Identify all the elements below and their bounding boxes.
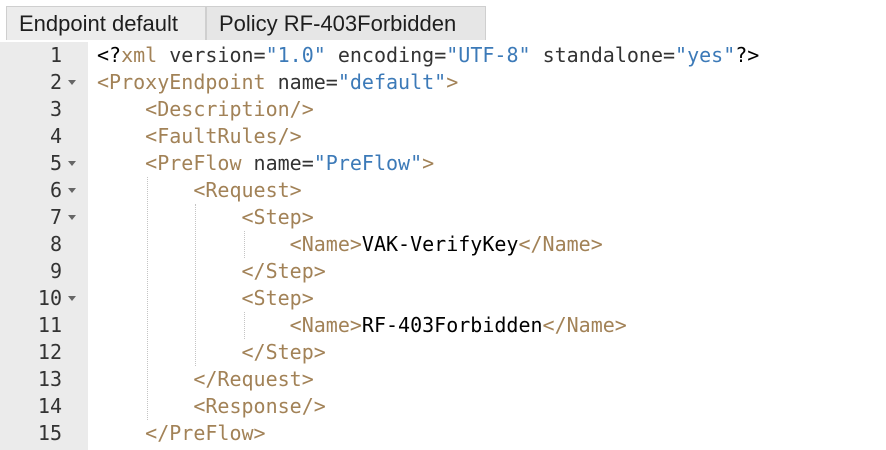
code-token-eq: = bbox=[325, 70, 338, 94]
code-text: </Step> bbox=[97, 258, 326, 285]
code-token-text: RF-403Forbidden bbox=[361, 313, 543, 337]
code-token-tag: <Step> bbox=[241, 286, 314, 310]
line-number: 9 bbox=[49, 259, 62, 283]
code-line[interactable]: 11 <Name>RF-403Forbidden</Name> bbox=[0, 312, 886, 339]
code-token-tag: </Name> bbox=[518, 232, 603, 256]
code-text: </Request> bbox=[97, 366, 314, 393]
code-line[interactable]: 6 <Request> bbox=[0, 177, 886, 204]
code-editor[interactable]: 1 <?xml version="1.0" encoding="UTF-8" st… bbox=[0, 42, 886, 450]
code-line[interactable]: 7 <Step> bbox=[0, 204, 886, 231]
line-number: 4 bbox=[49, 124, 62, 148]
code-token-attr: version bbox=[157, 43, 254, 67]
code-token-attr: name bbox=[241, 151, 302, 175]
code-line[interactable]: 9 </Step> bbox=[0, 258, 886, 285]
code-text: <Step> bbox=[97, 204, 314, 231]
code-text: <PreFlow name="PreFlow"> bbox=[97, 150, 434, 177]
code-line[interactable]: 15 </PreFlow> bbox=[0, 420, 886, 447]
code-text: <Request> bbox=[97, 177, 302, 204]
indent-guide bbox=[195, 204, 197, 366]
code-token-tag: <ProxyEndpoint bbox=[97, 70, 266, 94]
code-token-str: "default" bbox=[337, 70, 447, 94]
line-number: 11 bbox=[37, 313, 62, 337]
code-token-tag: <Name> bbox=[289, 313, 362, 337]
code-text: <?xml version="1.0" encoding="UTF-8" sta… bbox=[97, 42, 759, 69]
code-text: <Name>RF-403Forbidden</Name> bbox=[97, 312, 627, 339]
code-token-tag: </Step> bbox=[241, 340, 326, 364]
line-number: 15 bbox=[37, 421, 62, 445]
code-token-str: "PreFlow" bbox=[313, 151, 423, 175]
code-line[interactable]: 12 </Step> bbox=[0, 339, 886, 366]
code-text: <FaultRules/> bbox=[97, 123, 302, 150]
line-number: 7 bbox=[49, 205, 62, 229]
line-number: 5 bbox=[49, 151, 62, 175]
code-text: <Name>VAK-VerifyKey</Name> bbox=[97, 231, 603, 258]
code-line[interactable]: 4 <FaultRules/> bbox=[0, 123, 886, 150]
code-text: <ProxyEndpoint name="default"> bbox=[97, 69, 458, 96]
code-token-tag: <Step> bbox=[241, 205, 314, 229]
code-line[interactable]: 10 <Step> bbox=[0, 285, 886, 312]
code-token-tag: <Response/> bbox=[193, 394, 326, 418]
indent-guide bbox=[243, 231, 245, 258]
code-line[interactable]: 1 <?xml version="1.0" encoding="UTF-8" st… bbox=[0, 42, 886, 69]
code-text: <Response/> bbox=[97, 393, 326, 420]
code-line[interactable]: 14 <Response/> bbox=[0, 393, 886, 420]
line-number: 14 bbox=[37, 394, 62, 418]
code-token-str: "UTF-8" bbox=[446, 43, 531, 67]
code-token-tag: </PreFlow> bbox=[145, 421, 266, 445]
code-token-tag: xml bbox=[121, 43, 158, 67]
code-token-pi: ?> bbox=[735, 43, 760, 67]
code-text: </Step> bbox=[97, 339, 326, 366]
code-token-str: "yes" bbox=[675, 43, 736, 67]
code-token-pi: <? bbox=[97, 43, 122, 67]
code-lines: 1 <?xml version="1.0" encoding="UTF-8" st… bbox=[0, 42, 886, 447]
fold-toggle-icon[interactable] bbox=[68, 161, 76, 166]
code-text: </PreFlow> bbox=[97, 420, 266, 447]
line-number: 13 bbox=[37, 367, 62, 391]
code-token-eq: = bbox=[434, 43, 447, 67]
code-line[interactable]: 13 </Request> bbox=[0, 366, 886, 393]
line-number: 10 bbox=[37, 286, 62, 310]
line-number: 8 bbox=[49, 232, 62, 256]
indent-guide bbox=[147, 177, 149, 420]
fold-toggle-icon[interactable] bbox=[68, 188, 76, 193]
indent-guide bbox=[243, 312, 245, 339]
tab-policy-rf-403forbidden[interactable]: Policy RF-403Forbidden bbox=[206, 6, 486, 40]
code-token-attr: standalone bbox=[530, 43, 663, 67]
code-token-eq: = bbox=[253, 43, 266, 67]
line-number: 1 bbox=[49, 43, 62, 67]
code-line[interactable]: 3 <Description/> bbox=[0, 96, 886, 123]
code-line[interactable]: 8 <Name>VAK-VerifyKey</Name> bbox=[0, 231, 886, 258]
code-line[interactable]: 2 <ProxyEndpoint name="default"> bbox=[0, 69, 886, 96]
fold-toggle-icon[interactable] bbox=[68, 80, 76, 85]
code-token-eq: = bbox=[301, 151, 314, 175]
code-token-tag: <Name> bbox=[289, 232, 362, 256]
code-token-tag: <PreFlow bbox=[145, 151, 242, 175]
code-token-tag: <Request> bbox=[193, 178, 302, 202]
code-token-tag: </Request> bbox=[193, 367, 314, 391]
line-number: 6 bbox=[49, 178, 62, 202]
line-number: 3 bbox=[49, 97, 62, 121]
code-token-tag: <FaultRules/> bbox=[145, 124, 302, 148]
fold-toggle-icon[interactable] bbox=[68, 215, 76, 220]
code-token-attr: name bbox=[265, 70, 326, 94]
code-text: <Step> bbox=[97, 285, 314, 312]
fold-toggle-icon[interactable] bbox=[68, 296, 76, 301]
code-token-tag: </Name> bbox=[542, 313, 627, 337]
code-text: <Description/> bbox=[97, 96, 314, 123]
code-token-tag: > bbox=[446, 70, 459, 94]
code-token-tag: <Description/> bbox=[145, 97, 314, 121]
editor-tab-bar: Endpoint default Policy RF-403Forbidden bbox=[0, 0, 886, 42]
line-number: 2 bbox=[49, 70, 62, 94]
code-token-text: VAK-VerifyKey bbox=[361, 232, 519, 256]
code-token-tag: </Step> bbox=[241, 259, 326, 283]
code-token-attr: encoding bbox=[325, 43, 435, 67]
code-token-tag: > bbox=[422, 151, 435, 175]
code-token-eq: = bbox=[662, 43, 676, 67]
code-line[interactable]: 5 <PreFlow name="PreFlow"> bbox=[0, 150, 886, 177]
code-token-str: "1.0" bbox=[265, 43, 326, 67]
tab-endpoint-default[interactable]: Endpoint default bbox=[6, 6, 206, 40]
line-number: 12 bbox=[37, 340, 62, 364]
